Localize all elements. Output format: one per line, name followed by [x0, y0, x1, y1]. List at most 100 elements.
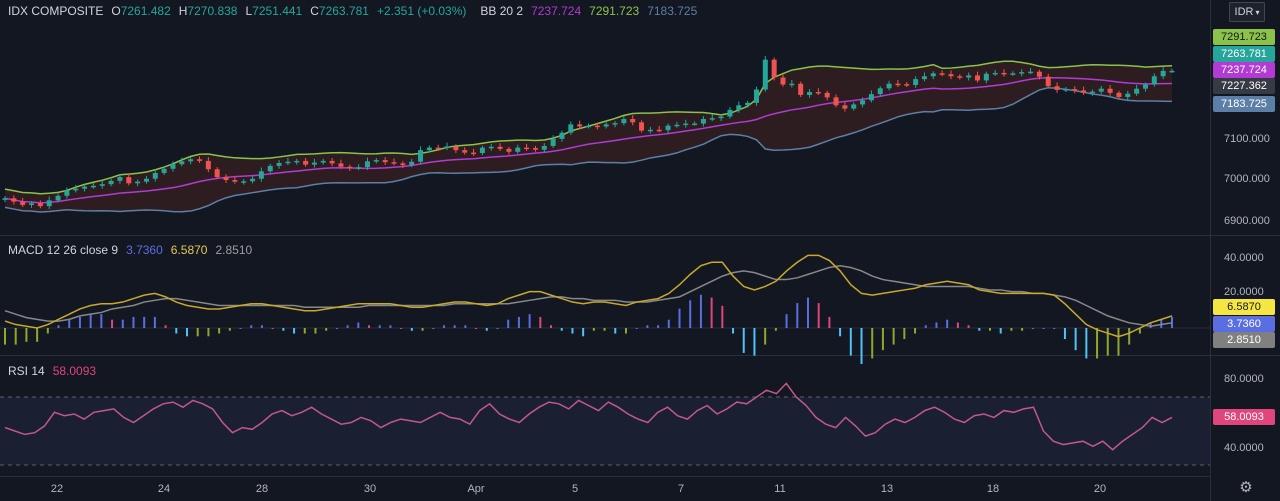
time-tick-label: 5	[571, 483, 579, 495]
gear-icon[interactable]: ⚙	[1238, 480, 1254, 496]
macd-histogram-bar	[978, 328, 981, 331]
low-value: 7251.441	[252, 4, 303, 18]
candle-body	[771, 59, 777, 78]
macd-histogram-bar	[721, 305, 724, 328]
candle-body	[983, 73, 989, 81]
candle-body	[860, 100, 866, 105]
macd-histogram-bar	[967, 325, 970, 328]
rsi-label[interactable]: RSI 14	[8, 364, 45, 378]
candle-body	[258, 171, 264, 179]
macd-histogram-bar	[881, 328, 884, 351]
candle-body	[338, 163, 344, 167]
change-value: +2.351 (+0.03%)	[376, 4, 467, 18]
candle-body	[444, 146, 450, 149]
macd-histogram-bar	[528, 314, 531, 328]
macd-histogram-bar	[303, 328, 306, 334]
pane-separator-macd[interactable]	[0, 235, 1280, 236]
candle-body	[780, 77, 786, 85]
macd-signal-tag: 6.5870	[1213, 299, 1275, 315]
candle-body	[1107, 88, 1113, 93]
macd-value-1: 3.7360	[126, 243, 163, 257]
low-label: L	[245, 4, 253, 18]
symbol-name[interactable]: IDX COMPOSITE	[8, 4, 103, 18]
chevron-down-icon: ▾	[1255, 7, 1260, 17]
macd-histogram-bar	[432, 328, 435, 329]
prev-close-tag: 7227.362	[1213, 78, 1275, 94]
macd-histogram-bar	[239, 328, 242, 329]
candle-body	[276, 162, 282, 166]
bb-upper-tag: 7291.723	[1213, 29, 1275, 45]
candle-body	[1001, 72, 1007, 75]
candle-body	[223, 177, 229, 180]
candle-body	[426, 147, 432, 151]
candle-body	[285, 161, 291, 164]
rsi-tick-80: 80.0000	[1224, 373, 1264, 385]
macd-histogram-bar	[603, 328, 606, 331]
time-tick-label: 30	[363, 483, 377, 495]
candle-body	[603, 124, 609, 127]
macd-histogram-bar	[892, 328, 895, 345]
open-value: 7261.482	[120, 4, 171, 18]
macd-histogram-bar	[732, 328, 735, 334]
candle-body	[1169, 70, 1175, 73]
macd-histogram-bar	[667, 319, 670, 328]
macd-histogram-bar	[999, 328, 1002, 334]
candle-body	[391, 162, 397, 164]
candle-body	[753, 89, 759, 103]
macd-histogram-bar	[207, 328, 210, 337]
macd-histogram-bar	[314, 328, 317, 334]
candle-body	[957, 76, 963, 78]
candle-body	[435, 147, 441, 150]
pane-separator-rsi[interactable]	[0, 355, 1280, 356]
candle-body	[586, 125, 591, 128]
candle-body	[532, 148, 538, 150]
macd-histogram-bar	[389, 325, 392, 328]
candle-body	[453, 146, 459, 151]
candle-body	[886, 83, 892, 89]
macd-histogram-bar	[357, 322, 360, 328]
candle-body	[373, 160, 379, 162]
candle-body	[356, 167, 362, 169]
candle-body	[939, 73, 945, 75]
macd-histogram-bar	[550, 325, 553, 328]
macd-histogram-bar	[400, 328, 403, 329]
rsi-tick-40: 40.0000	[1224, 442, 1264, 454]
candle-body	[329, 160, 335, 164]
macd-histogram-bar	[25, 328, 28, 342]
macd-label[interactable]: MACD 12 26 close 9	[8, 243, 118, 257]
macd-histogram-bar	[924, 325, 927, 328]
candle-body	[877, 88, 883, 95]
macd-histogram-bar	[796, 303, 799, 328]
candle-body	[462, 150, 468, 153]
candle-body	[506, 148, 512, 152]
macd-histogram-bar	[946, 319, 949, 328]
candle-body	[736, 105, 742, 110]
candle-body	[824, 92, 830, 98]
candle-body	[126, 177, 132, 184]
candle-body	[241, 181, 247, 183]
candle-body	[1045, 76, 1051, 87]
macd-histogram-bar	[678, 308, 681, 328]
macd-histogram-bar	[1085, 328, 1088, 359]
macd-histogram-bar	[68, 319, 71, 328]
currency-selector[interactable]: IDR ▾	[1229, 2, 1265, 22]
price-tick-7100: 7100.000	[1224, 133, 1270, 145]
macd-histogram-bar	[100, 314, 103, 328]
macd-histogram-bar	[624, 328, 627, 334]
bb-upper-value: 7291.723	[589, 4, 640, 18]
candle-body	[639, 122, 645, 131]
macd-histogram-bar	[57, 325, 60, 328]
time-tick-label: 24	[157, 483, 171, 495]
macd-histogram-bar	[4, 328, 6, 345]
candle-body	[851, 104, 857, 109]
candle-body	[20, 201, 26, 205]
candle-body	[1072, 89, 1078, 91]
macd-line	[4, 254, 1173, 338]
macd-histogram-bar	[592, 328, 595, 331]
candle-body	[975, 75, 980, 81]
candle-body	[656, 129, 662, 132]
macd-histogram-bar	[196, 328, 199, 337]
macd-histogram-bar	[614, 328, 617, 334]
candle-body	[471, 152, 477, 155]
bb-label[interactable]: BB 20 2	[480, 4, 523, 18]
